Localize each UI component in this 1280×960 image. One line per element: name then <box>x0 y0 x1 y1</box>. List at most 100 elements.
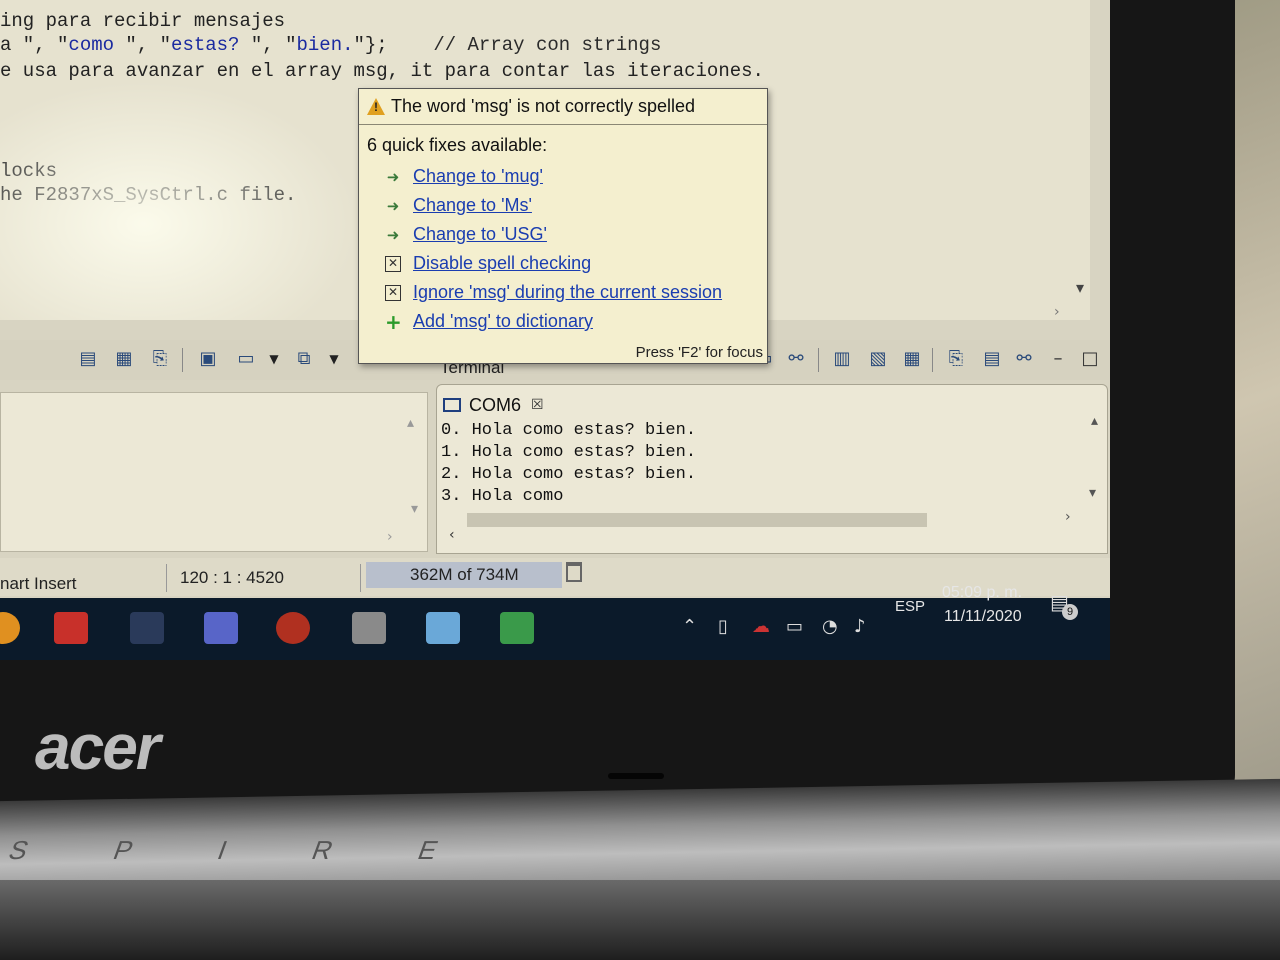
chevron-up-icon[interactable]: ▴ <box>1091 413 1098 429</box>
toolbar-separator <box>182 348 183 372</box>
model-lettering: S P I R E <box>4 835 483 865</box>
quick-fix-disable-spell[interactable]: ✕ Disable spell checking <box>385 249 767 278</box>
terminal-line: 0. Hola como estas? bien. <box>441 421 697 440</box>
chevron-down-icon[interactable]: ▾ <box>411 501 418 517</box>
chevron-up-icon[interactable]: ⌃ <box>682 616 697 637</box>
clock-time[interactable]: 05:09 p. m. <box>942 584 1022 602</box>
change-icon: ➜ <box>386 196 400 215</box>
usb-icon[interactable]: ▯ <box>718 616 728 637</box>
left-view-panel[interactable]: ▴ ▾ › <box>0 392 428 552</box>
fix-link[interactable]: Add 'msg' to dictionary <box>413 311 593 332</box>
quick-fix-add-dictionary[interactable]: + Add 'msg' to dictionary <box>385 307 767 336</box>
plus-icon: + <box>385 309 402 334</box>
export-icon[interactable]: ⎘ <box>148 348 172 370</box>
code-token: ", " <box>250 34 297 56</box>
tab-com6[interactable]: COM6 ☒ <box>443 391 544 419</box>
dropdown-arrow-icon[interactable]: ▼ <box>322 348 346 370</box>
chevron-up-icon[interactable]: ▴ <box>407 415 414 431</box>
terminal-output[interactable]: 0. Hola como estas? bien. 1. Hola como e… <box>441 421 1081 521</box>
dropdown-arrow-icon[interactable]: ▼ <box>262 348 286 370</box>
wifi-icon[interactable]: ◔ <box>822 616 838 637</box>
language-indicator[interactable]: ESP <box>895 598 925 615</box>
toolbar-separator <box>818 348 819 372</box>
checkbox-x-icon: ✕ <box>385 255 401 272</box>
chevron-down-icon[interactable]: ▾ <box>1089 485 1096 501</box>
trash-icon[interactable] <box>566 562 582 582</box>
chart-icon[interactable]: ▣ <box>196 348 220 370</box>
maximize-icon[interactable]: □ <box>1078 348 1102 370</box>
copy-icon[interactable]: ⎘ <box>944 348 968 370</box>
chevron-right-icon[interactable]: › <box>1054 304 1060 320</box>
monitor-icon[interactable]: ▭ <box>234 348 258 370</box>
code-token: a ", " <box>0 34 69 56</box>
quick-fix-change-mug[interactable]: ➜ Change to 'mug' <box>385 162 767 191</box>
app-icon-discord[interactable] <box>204 612 238 644</box>
chevron-right-icon[interactable]: › <box>387 529 393 545</box>
code-line-5: he F2837xS_SysCtrl.c file. <box>0 184 297 206</box>
fix-link[interactable]: Ignore 'msg' during the current session <box>413 282 722 303</box>
grid-icon[interactable]: ▦ <box>112 348 136 370</box>
laptop-base <box>0 880 1280 960</box>
horizontal-scrollbar[interactable] <box>467 513 927 527</box>
string-literal: bien. <box>296 34 354 56</box>
insert-mode-indicator: nart Insert <box>0 574 77 593</box>
scroll-lock-icon[interactable]: ▥ <box>830 348 854 370</box>
speaker-icon[interactable]: ♪ <box>854 616 866 637</box>
heap-status: 362M of 734M <box>366 562 562 588</box>
terminal-line: 1. Hola como estas? bien. <box>441 443 697 462</box>
terminal-line: 3. Hola como <box>441 487 564 506</box>
settings-icon[interactable]: ▦ <box>900 348 924 370</box>
chevron-left-icon[interactable]: ‹ <box>449 527 455 543</box>
fix-link[interactable]: Change to 'Ms' <box>413 195 532 216</box>
string-literal: estas? <box>171 34 251 56</box>
clock-date[interactable]: 11/11/2020 <box>944 608 1022 626</box>
code-line-4: locks <box>0 160 58 182</box>
quick-fix-list: ➜ Change to 'mug' ➜ Change to 'Ms' ➜ Change… <box>359 162 767 336</box>
checkbox-x-icon: ✕ <box>385 284 401 301</box>
document-icon[interactable]: ▤ <box>76 348 100 370</box>
chevron-right-icon[interactable]: › <box>1065 509 1071 525</box>
code-token: ", " <box>114 34 172 56</box>
popup-footer-hint: Press 'F2' for focus <box>635 344 763 361</box>
code-line-2: a ", "como ", "estas? ", "bien."}; // Ar… <box>0 34 661 56</box>
connect-icon[interactable]: ⚯ <box>784 348 808 370</box>
clear-icon[interactable]: ▧ <box>866 348 890 370</box>
close-icon[interactable]: ☒ <box>531 397 544 413</box>
code-line-3: e usa para avanzar en el array msg, it p… <box>0 60 764 82</box>
fix-link[interactable]: Disable spell checking <box>413 253 591 274</box>
spelling-quick-fix-popup: The word 'msg' is not correctly spelled … <box>358 88 768 364</box>
app-icon-chrome[interactable] <box>0 612 20 644</box>
terminal-panel: COM6 ☒ 0. Hola como estas? bien. 1. Hola… <box>436 384 1108 554</box>
code-comment: // Array con strings <box>387 34 662 56</box>
cursor-position: 120 : 1 : 4520 <box>180 568 284 587</box>
fix-link[interactable]: Change to 'USG' <box>413 224 547 245</box>
app-icon-notepad[interactable] <box>426 612 460 644</box>
app-icon-sublime[interactable] <box>130 612 164 644</box>
cloud-error-icon[interactable]: ☁ <box>752 616 770 637</box>
new-window-icon[interactable]: ⧉ <box>292 348 316 370</box>
string-literal: como <box>68 34 115 56</box>
quick-fix-change-ms[interactable]: ➜ Change to 'Ms' <box>385 191 767 220</box>
toolbar-separator <box>932 348 933 372</box>
quick-fix-change-usg[interactable]: ➜ Change to 'USG' <box>385 220 767 249</box>
change-icon: ➜ <box>386 167 400 186</box>
app-icon-acrobat[interactable] <box>54 612 88 644</box>
chevron-down-icon[interactable]: ▾ <box>1076 278 1084 297</box>
laptop-screen: ing para recibir mensajes a ", "como ", … <box>0 0 1110 660</box>
app-icon-printer[interactable] <box>352 612 386 644</box>
quick-fix-count: 6 quick fixes available: <box>367 135 548 155</box>
quick-fix-ignore-session[interactable]: ✕ Ignore 'msg' during the current session <box>385 278 767 307</box>
popup-header: The word 'msg' is not correctly spelled <box>359 89 767 125</box>
minimize-icon[interactable]: – <box>1046 348 1070 370</box>
paste-icon[interactable]: ▤ <box>980 348 1004 370</box>
popup-title: The word 'msg' is not correctly spelled <box>391 96 695 116</box>
monitor-icon <box>443 398 461 412</box>
change-icon: ➜ <box>386 225 400 244</box>
battery-icon[interactable]: ▭ <box>786 616 803 637</box>
notification-count: 9 <box>1062 604 1078 620</box>
acer-logo: acer <box>35 711 161 783</box>
fix-link[interactable]: Change to 'mug' <box>413 166 543 187</box>
link-icon[interactable]: ⚯ <box>1012 348 1036 370</box>
app-icon-network[interactable] <box>500 612 534 644</box>
app-icon-red[interactable] <box>276 612 310 644</box>
